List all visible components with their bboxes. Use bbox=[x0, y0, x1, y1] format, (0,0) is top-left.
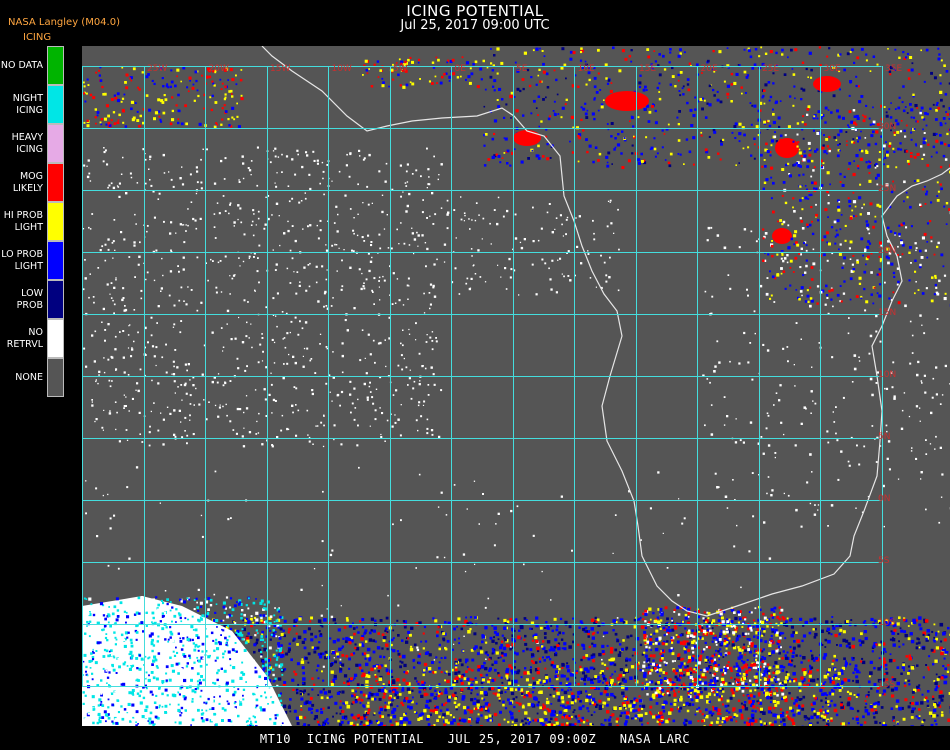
legend-item: MOG LIKELY bbox=[0, 163, 65, 202]
legend-item: LOW PROB bbox=[0, 280, 65, 319]
longitude-label: 30E bbox=[824, 64, 841, 74]
longitude-labels: 25W 20W 15W 10W 5W 0E 5E 10E 15E 20E 25E 30E 35E bbox=[147, 64, 902, 74]
longitude-label: 10E bbox=[578, 64, 595, 74]
longitude-label: 15E bbox=[639, 64, 656, 74]
lat-lon-grid bbox=[82, 66, 883, 687]
legend-item: HEAVY ICING bbox=[0, 124, 65, 163]
timestamp: Jul 25, 2017 09:00 UTC bbox=[400, 18, 550, 33]
legend-label: HEAVY ICING bbox=[11, 131, 43, 155]
longitude-label: 15W bbox=[270, 64, 290, 74]
latitude-label: 5N bbox=[878, 432, 890, 442]
legend-item: LO PROB LIGHT bbox=[0, 241, 65, 280]
longitude-label: 5E bbox=[516, 64, 528, 74]
map-canvas: 25W 20W 15W 10W 5W 0E 5E 10E 15E 20E 25E 30E 35E 30N… bbox=[82, 46, 950, 726]
longitude-label: 25W bbox=[147, 64, 167, 74]
footer-caption: MT10 ICING POTENTIAL JUL 25, 2017 09:00Z… bbox=[259, 732, 691, 746]
latitude-label: 10N bbox=[878, 370, 896, 380]
latitude-label: 25N bbox=[878, 184, 896, 194]
legend-swatch bbox=[47, 319, 64, 358]
legend-swatch bbox=[47, 85, 64, 124]
longitude-label: 35E bbox=[885, 64, 902, 74]
legend-swatch bbox=[47, 202, 64, 241]
longitude-label: 20E bbox=[701, 64, 718, 74]
legend-label: NONE bbox=[15, 371, 43, 383]
legend-swatch bbox=[47, 163, 64, 202]
legend-label: LOW PROB bbox=[16, 287, 43, 311]
latitude-label: 15N bbox=[878, 308, 896, 318]
product-label: ICING bbox=[23, 32, 52, 43]
legend-label: MOG LIKELY bbox=[12, 170, 43, 194]
longitude-label: 0E bbox=[455, 64, 467, 74]
color-legend: NO DATA NIGHT ICING HEAVY ICING MOG LIKELY HI P… bbox=[0, 46, 65, 402]
longitude-label: 25E bbox=[762, 64, 779, 74]
org-label: NASA Langley (M04.0) bbox=[8, 17, 120, 28]
legend-item: HI PROB LIGHT bbox=[0, 202, 65, 241]
legend-item: NO DATA bbox=[0, 46, 65, 85]
legend-swatch bbox=[47, 358, 64, 397]
legend-swatch bbox=[47, 241, 64, 280]
legend-item: NONE bbox=[0, 358, 65, 397]
latitude-label: 15S bbox=[878, 680, 895, 690]
longitude-label: 5W bbox=[393, 64, 408, 74]
legend-label: NO DATA bbox=[0, 59, 43, 71]
legend-swatch bbox=[47, 280, 64, 319]
legend-item: NO RETRVL bbox=[0, 319, 65, 358]
legend-item: NIGHT ICING bbox=[0, 85, 65, 124]
latitude-label: 10S bbox=[878, 618, 895, 628]
satellite-map: 25W 20W 15W 10W 5W 0E 5E 10E 15E 20E 25E 30E 35E 30N… bbox=[82, 46, 950, 726]
latitude-label: 0N bbox=[878, 494, 890, 504]
longitude-label: 20W bbox=[209, 64, 229, 74]
legend-swatch bbox=[47, 124, 64, 163]
legend-swatch bbox=[47, 46, 64, 85]
header: ICING POTENTIAL Jul 25, 2017 09:00 UTC N… bbox=[0, 0, 950, 46]
longitude-label: 10W bbox=[332, 64, 352, 74]
latitude-label: 20N bbox=[878, 246, 896, 256]
latitude-label: 30N bbox=[878, 122, 896, 132]
legend-label: LO PROB LIGHT bbox=[1, 248, 43, 272]
latitude-label: 5S bbox=[878, 556, 890, 566]
legend-label: NIGHT ICING bbox=[12, 92, 43, 116]
legend-label: HI PROB LIGHT bbox=[3, 209, 43, 233]
legend-label: NO RETRVL bbox=[6, 326, 43, 350]
